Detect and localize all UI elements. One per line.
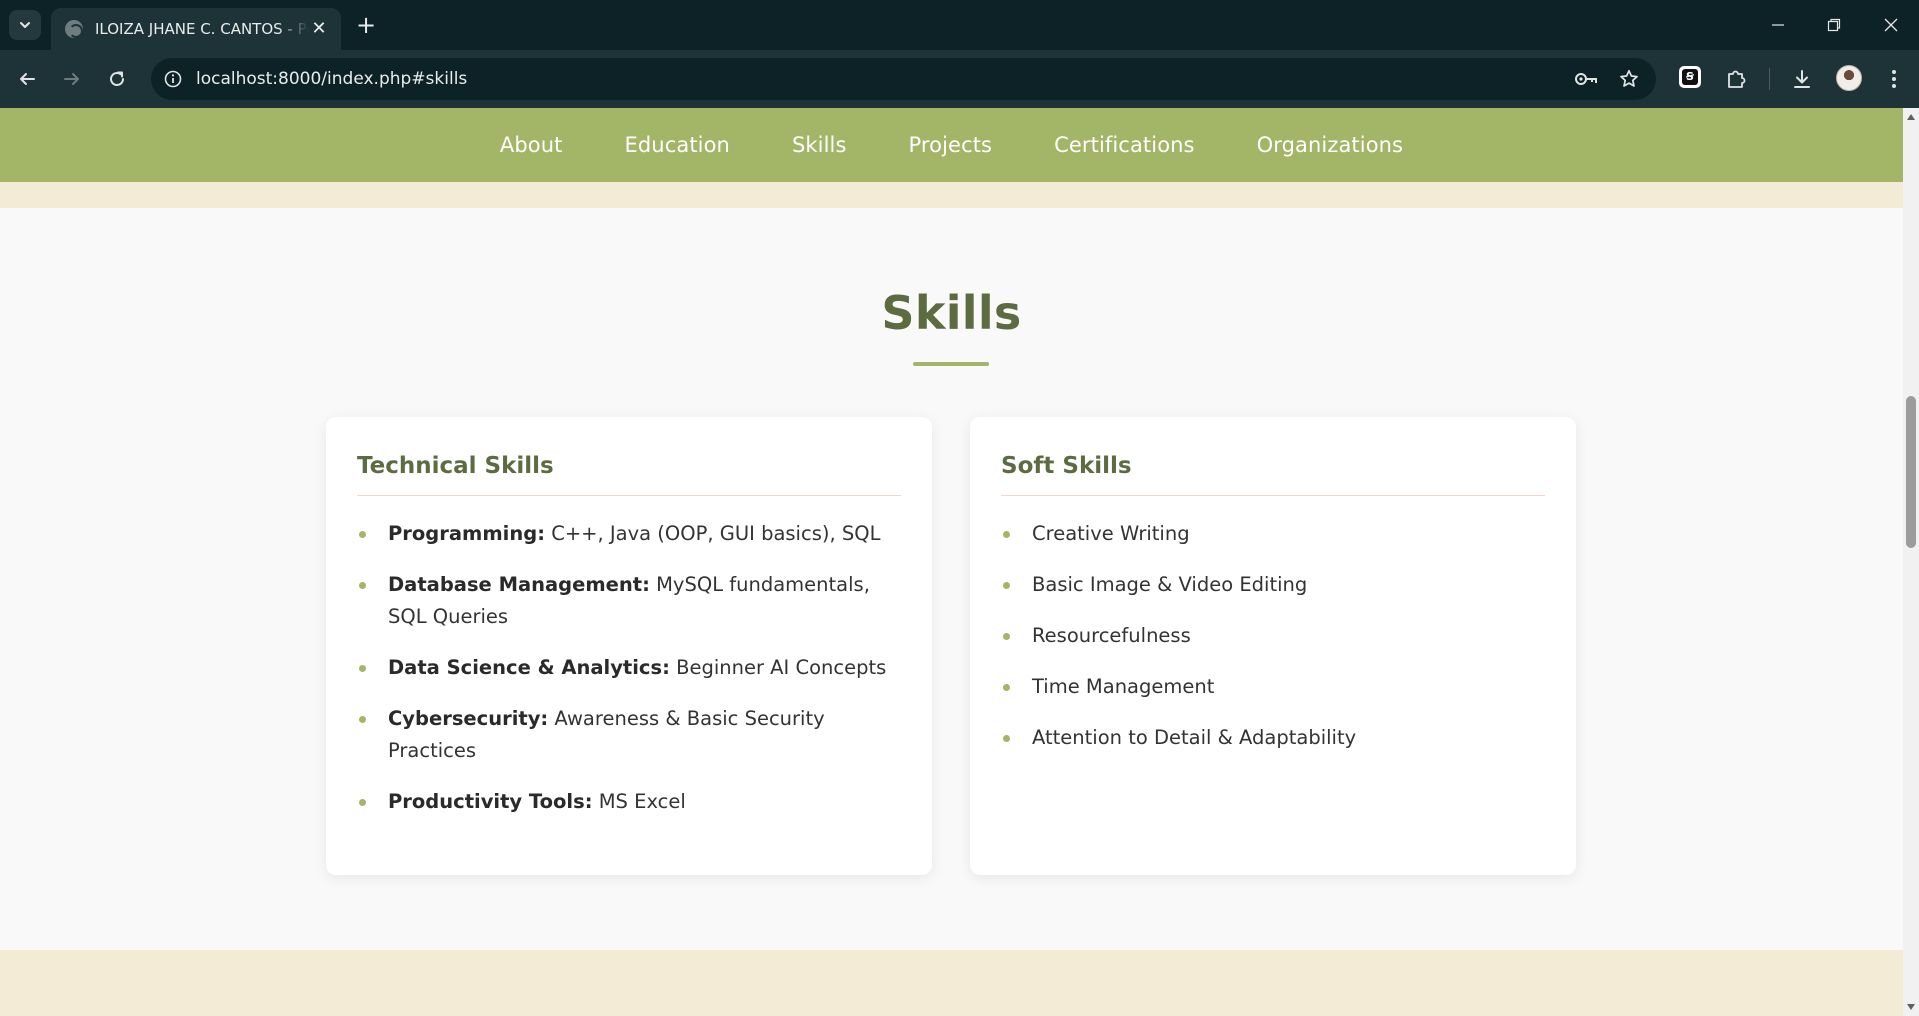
star-icon bbox=[1620, 69, 1638, 87]
soft-skills-list: Creative Writing Basic Image & Video Edi… bbox=[1001, 518, 1545, 754]
address-bar[interactable]: localhost:8000/index.php#skills bbox=[151, 58, 1656, 100]
kebab-menu-icon bbox=[1892, 70, 1896, 88]
site-navigation: About Education Skills Projects Certific… bbox=[0, 108, 1903, 182]
technical-skills-list: Programming: C++, Java (OOP, GUI basics)… bbox=[357, 518, 901, 818]
reload-icon bbox=[110, 71, 124, 86]
avatar[interactable] bbox=[1836, 65, 1862, 91]
technical-skills-card: Technical Skills Programming: C++, Java … bbox=[326, 417, 932, 875]
minimize-icon bbox=[1772, 24, 1784, 26]
download-icon bbox=[1794, 70, 1810, 88]
tab-search-button[interactable] bbox=[9, 10, 41, 40]
list-item: Programming: C++, Java (OOP, GUI basics)… bbox=[357, 518, 901, 550]
url-text[interactable]: localhost:8000/index.php#skills bbox=[196, 58, 467, 100]
page-scrollbar[interactable] bbox=[1903, 108, 1919, 1016]
bullet-icon bbox=[1003, 633, 1010, 640]
skill-name: Programming: bbox=[388, 522, 545, 545]
page-viewport: About Education Skills Projects Certific… bbox=[0, 108, 1903, 1016]
downloads-button[interactable] bbox=[1787, 64, 1817, 94]
restore-button[interactable] bbox=[1814, 10, 1854, 40]
nav-link-projects[interactable]: Projects bbox=[878, 133, 1024, 157]
list-item: Cybersecurity: Awareness & Basic Securit… bbox=[357, 703, 901, 767]
site-info-button[interactable] bbox=[162, 68, 184, 90]
card-heading: Technical Skills bbox=[357, 453, 901, 496]
skill-text: Attention to Detail & Adaptability bbox=[1032, 726, 1357, 749]
scroll-down-arrow-icon[interactable] bbox=[1906, 1002, 1916, 1012]
nav-link-education[interactable]: Education bbox=[594, 133, 761, 157]
bullet-icon bbox=[359, 799, 366, 806]
tab-strip: ILOIZA JHANE C. CANTOS - Portfolio ✕ + bbox=[0, 0, 1919, 50]
bullet-icon bbox=[1003, 735, 1010, 742]
toolbar-divider bbox=[1769, 68, 1770, 90]
soft-skills-card: Soft Skills Creative Writing Basic Image… bbox=[970, 417, 1576, 875]
bullet-icon bbox=[1003, 531, 1010, 538]
scroll-up-arrow-icon[interactable] bbox=[1906, 112, 1916, 122]
extensions-button[interactable] bbox=[1721, 64, 1751, 94]
next-section-edge bbox=[0, 950, 1903, 1016]
skill-name: Data Science & Analytics: bbox=[388, 656, 670, 679]
arrow-left-icon bbox=[20, 73, 35, 85]
close-icon bbox=[1884, 18, 1898, 32]
scrollbar-thumb[interactable] bbox=[1906, 396, 1916, 548]
list-item: Productivity Tools: MS Excel bbox=[357, 786, 901, 818]
back-button[interactable] bbox=[12, 64, 42, 94]
list-item: Attention to Detail & Adaptability bbox=[1001, 722, 1545, 754]
browser-tab-active[interactable]: ILOIZA JHANE C. CANTOS - Portfolio ✕ bbox=[51, 8, 341, 50]
skill-name: Productivity Tools: bbox=[388, 790, 593, 813]
arrow-right-icon bbox=[64, 73, 79, 85]
forward-button[interactable] bbox=[57, 64, 87, 94]
skill-text: Basic Image & Video Editing bbox=[1032, 573, 1308, 596]
minimize-button[interactable] bbox=[1758, 10, 1798, 40]
close-window-button[interactable] bbox=[1871, 10, 1911, 40]
tab-title: ILOIZA JHANE C. CANTOS - Portfolio bbox=[95, 20, 309, 38]
skill-name: Database Management: bbox=[388, 573, 650, 596]
list-item: Time Management bbox=[1001, 671, 1545, 703]
skill-detail: Beginner AI Concepts bbox=[669, 656, 887, 679]
bullet-icon bbox=[359, 665, 366, 672]
list-item: Database Management: MySQL fundamentals,… bbox=[357, 569, 901, 633]
tab-close-button[interactable]: ✕ bbox=[309, 19, 329, 39]
previous-section-edge bbox=[0, 182, 1903, 208]
card-heading: Soft Skills bbox=[1001, 453, 1545, 496]
skill-name: Cybersecurity: bbox=[388, 707, 549, 730]
list-item: Creative Writing bbox=[1001, 518, 1545, 550]
info-icon bbox=[164, 70, 182, 88]
skill-detail: MS Excel bbox=[592, 790, 686, 813]
nav-link-skills[interactable]: Skills bbox=[761, 133, 878, 157]
browser-menu-button[interactable] bbox=[1879, 64, 1909, 94]
browser-toolbar: localhost:8000/index.php#skills bbox=[0, 50, 1919, 108]
globe-icon bbox=[65, 20, 83, 38]
new-tab-button[interactable]: + bbox=[352, 12, 380, 40]
bullet-icon bbox=[359, 531, 366, 538]
key-icon bbox=[1575, 73, 1597, 85]
skill-text: Resourcefulness bbox=[1032, 624, 1191, 647]
skill-text: Creative Writing bbox=[1032, 522, 1190, 545]
bullet-icon bbox=[1003, 582, 1010, 589]
bullet-icon bbox=[359, 716, 366, 723]
password-button[interactable] bbox=[1574, 68, 1598, 90]
bullet-icon bbox=[359, 582, 366, 589]
nav-link-organizations[interactable]: Organizations bbox=[1226, 133, 1435, 157]
bookmark-button[interactable] bbox=[1617, 68, 1641, 90]
nav-link-about[interactable]: About bbox=[469, 133, 594, 157]
puzzle-icon bbox=[1728, 70, 1746, 88]
skill-detail: C++, Java (OOP, GUI basics), SQL bbox=[545, 522, 881, 545]
section-title: Skills bbox=[881, 286, 1022, 340]
extension-logo-icon[interactable]: Ꞩ bbox=[1679, 66, 1701, 88]
title-underline bbox=[913, 362, 989, 366]
skill-text: Time Management bbox=[1032, 675, 1215, 698]
list-item: Resourcefulness bbox=[1001, 620, 1545, 652]
reload-button[interactable] bbox=[102, 64, 132, 94]
nav-link-certifications[interactable]: Certifications bbox=[1023, 133, 1226, 157]
list-item: Data Science & Analytics: Beginner AI Co… bbox=[357, 652, 901, 684]
chevron-down-icon bbox=[20, 22, 30, 28]
bullet-icon bbox=[1003, 684, 1010, 691]
list-item: Basic Image & Video Editing bbox=[1001, 569, 1545, 601]
restore-icon bbox=[1827, 18, 1841, 32]
